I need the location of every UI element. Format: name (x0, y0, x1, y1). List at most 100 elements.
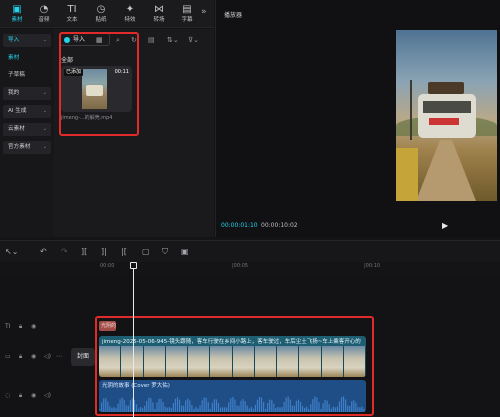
filter-icon[interactable]: ⊽⌄ (188, 36, 199, 44)
import-toggle-label: 导入 (73, 36, 86, 43)
waveform-bar (172, 402, 174, 412)
waveform-bar (324, 400, 326, 412)
captions-icon: ▤ (182, 4, 192, 15)
waveform-bar (293, 405, 295, 412)
split-right-icon[interactable]: |[ (121, 247, 127, 256)
nav-ai-generate[interactable]: AI 生成 ⌄ (3, 105, 51, 118)
video-preview[interactable] (396, 30, 497, 201)
delete-icon[interactable]: ▢ (142, 247, 150, 256)
undo-icon[interactable]: ↶ (40, 247, 47, 256)
nav-subdraft[interactable]: 子草稿 (3, 69, 51, 82)
view-mode-icon[interactable]: ▤ (148, 36, 155, 44)
waveform-bar (193, 408, 195, 412)
tool-sticker[interactable]: ◷ 贴纸 (87, 3, 115, 27)
waveform-bar (158, 398, 160, 412)
video-frame (343, 346, 366, 377)
nav-material[interactable]: 素材 (3, 52, 51, 65)
tool-media[interactable]: ▣ 素材 (3, 3, 31, 27)
waveform-bar (347, 405, 349, 412)
nav-cloud[interactable]: 云素材 ⌄ (3, 123, 51, 136)
nav-subdraft-label: 子草稿 (8, 72, 25, 78)
waveform-bar (178, 399, 181, 412)
preview-road (416, 140, 476, 201)
nav-mine-label: 我的 (8, 90, 20, 96)
total-time: 00:00:10:02 (261, 222, 298, 229)
waveform-bar (140, 407, 142, 412)
waveform-bar (189, 400, 191, 412)
waveform-bar (357, 406, 359, 412)
redo-icon[interactable]: ↷ (61, 247, 68, 256)
tool-sticker-label: 贴纸 (95, 17, 107, 23)
nav-mine[interactable]: 我的 ⌄ (3, 87, 51, 100)
split-left-icon[interactable]: ]| (101, 247, 107, 256)
marker-icon[interactable]: ⛉ (162, 247, 168, 257)
tool-text[interactable]: TI 文本 (58, 3, 86, 27)
text-clip[interactable]: 光阴的故事 (99, 321, 116, 331)
waveform-bar (103, 398, 105, 412)
video-clip[interactable]: jimeng-2025-05-06-945-镜头跟随，客车行驶在乡间小路上，客车… (99, 336, 366, 377)
tool-captions-label: 字幕 (181, 17, 193, 23)
waveform-bar (355, 402, 357, 412)
grid-view-icon[interactable]: ▦ (96, 36, 103, 44)
waveform-bar (148, 397, 150, 412)
nav-import[interactable]: 导入 ⌄ (3, 34, 51, 47)
waveform-bar (168, 407, 170, 412)
video-frame (210, 346, 233, 377)
waveform-bar (244, 401, 246, 412)
mute-icon[interactable]: ◁) (44, 353, 51, 360)
eye-icon[interactable]: ◉ (31, 323, 36, 330)
waveform-bar (361, 406, 363, 412)
import-toggle[interactable]: 导入 ▦ (60, 33, 110, 46)
timeline-toolbar: ↖⌄ ↶ ↷ ][ ]| |[ ▢ ⛉ ▣ (0, 240, 500, 262)
top-toolbar: ▣ 素材 ◔ 音频 TI 文本 ◷ 贴纸 ✦ 特效 ⋈ 转场 ▤ 字幕 » (0, 0, 214, 28)
preview-luggage (428, 82, 464, 94)
waveform-bar (111, 407, 113, 412)
waveform-bar (121, 397, 123, 412)
waveform-bar (353, 400, 355, 412)
sort-icon[interactable]: ⇅⌄ (167, 36, 179, 44)
waveform-bar (330, 408, 332, 412)
lock-icon[interactable]: 🔒︎ (19, 392, 22, 400)
video-frame (99, 346, 122, 377)
waveform-bar (105, 398, 107, 412)
waveform-bar (279, 407, 281, 412)
split-icon[interactable]: ][ (81, 247, 87, 256)
lock-icon[interactable]: 🔒︎ (19, 323, 22, 331)
more-icon[interactable]: ⋯ (56, 353, 62, 360)
mute-icon[interactable]: ◁) (44, 392, 51, 399)
tool-effects[interactable]: ✦ 特效 (116, 3, 144, 27)
select-tool-icon[interactable]: ↖⌄ (5, 247, 18, 256)
eye-icon[interactable]: ◉ (31, 392, 36, 399)
search-icon[interactable]: ⌕ (116, 36, 120, 45)
more-tools-button[interactable]: » (201, 7, 207, 17)
eye-icon[interactable]: ◉ (31, 353, 36, 360)
waveform-bar (209, 408, 211, 412)
waveform-bar (129, 400, 131, 412)
waveform-bar (336, 406, 338, 412)
waveform-bar (283, 401, 285, 412)
tool-transition[interactable]: ⋈ 转场 (145, 3, 173, 27)
play-button[interactable]: ▶ (442, 221, 448, 230)
cover-button[interactable]: 封面 (71, 348, 95, 366)
tool-captions[interactable]: ▤ 字幕 (173, 3, 201, 27)
playhead-handle[interactable] (130, 262, 137, 269)
waveform-bar (123, 399, 125, 412)
nav-official[interactable]: 官方素材 ⌄ (3, 141, 51, 154)
waveform-bar (277, 407, 279, 412)
media-clip-card[interactable]: 已添加 00:11 (61, 66, 132, 112)
all-filter-label[interactable]: 全部 (61, 55, 73, 64)
refresh-icon[interactable]: ↻ (131, 36, 137, 44)
crop-icon[interactable]: ▣ (181, 247, 189, 256)
waveform-bar (363, 408, 365, 412)
lock-icon[interactable]: 🔒︎ (19, 353, 22, 361)
playhead[interactable] (133, 263, 134, 417)
waveform-bar (273, 403, 275, 412)
waveform-bar (137, 408, 140, 412)
clip-duration: 00:11 (114, 69, 129, 75)
tool-audio[interactable]: ◔ 音频 (30, 3, 58, 27)
waveform-bar (340, 397, 343, 412)
audio-clip[interactable]: 光阴的故事 (Cover 罗大佑) (99, 380, 366, 412)
ruler-mark-5: |00:05 (232, 263, 249, 269)
clip-filename: jimeng-...的解壳.mp4 (61, 115, 113, 121)
preview-pole (410, 80, 412, 140)
